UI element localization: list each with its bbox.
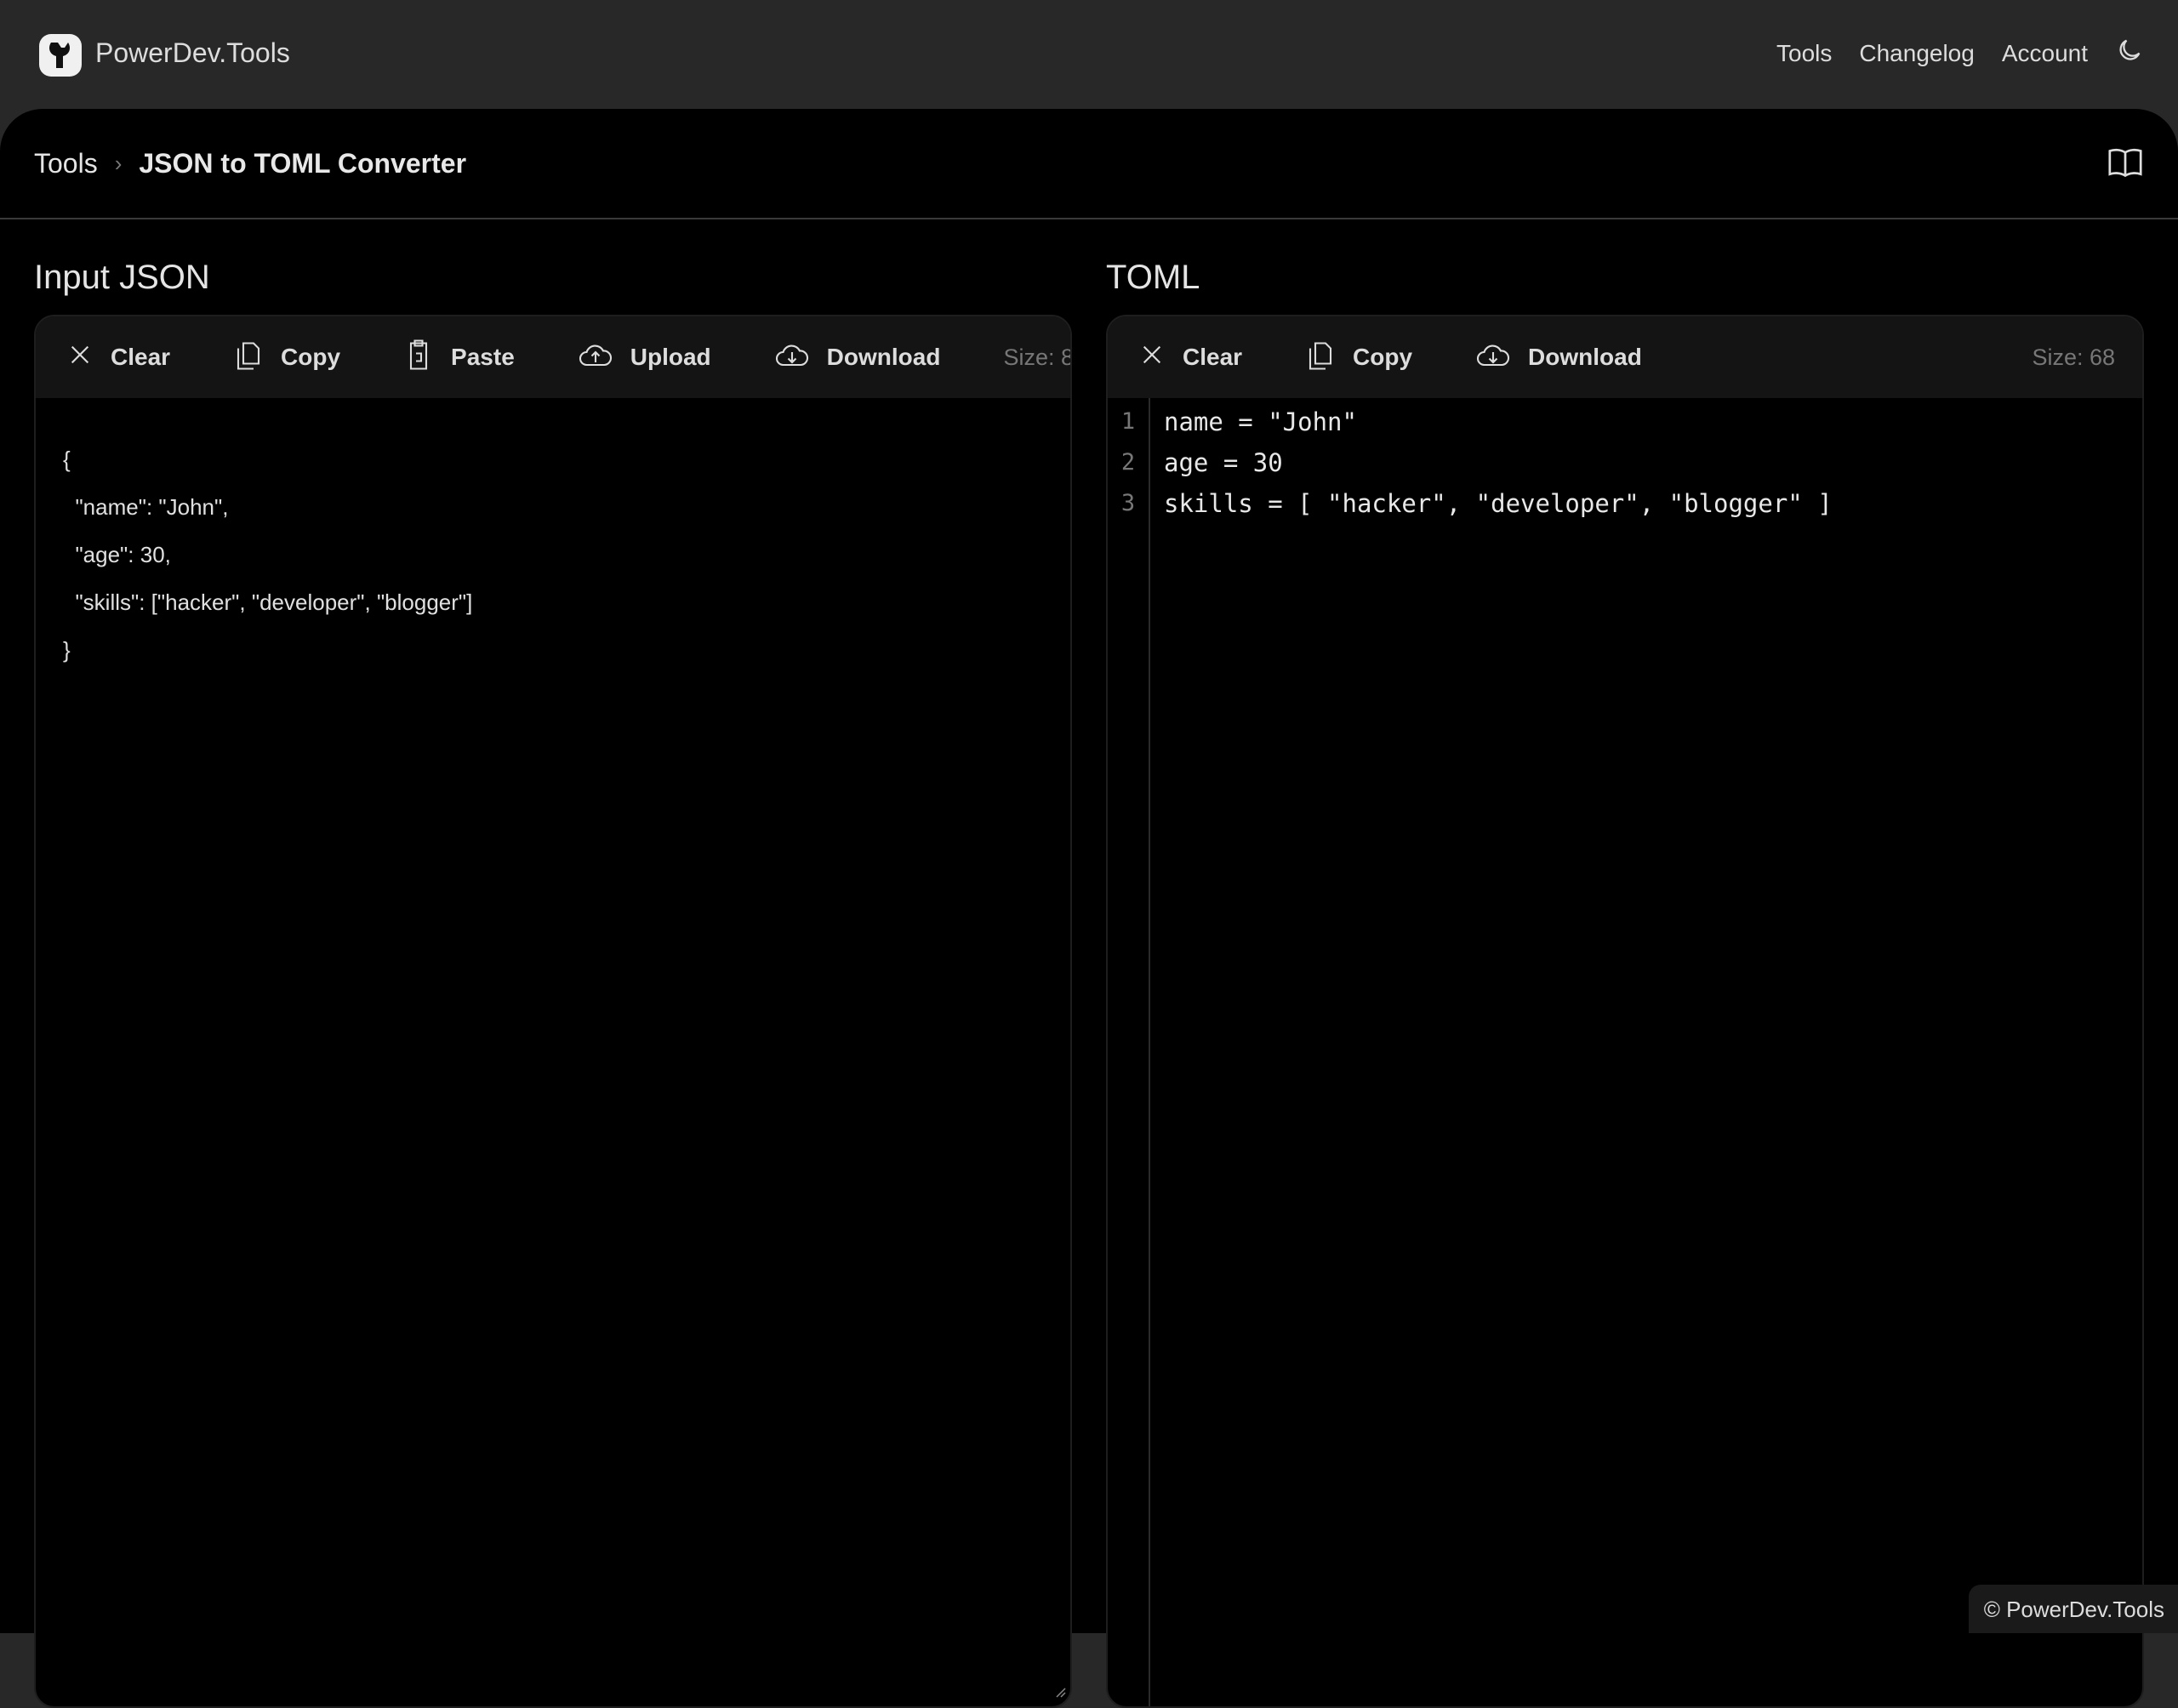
line-numbers: 1 2 3 <box>1108 398 1150 1706</box>
resize-handle-icon[interactable] <box>1053 1685 1067 1703</box>
input-panel: Clear Copy Paste Upload Download Size: 8… <box>34 315 1072 1708</box>
output-title: TOML <box>1106 259 1200 296</box>
copy-button[interactable]: Copy <box>233 338 340 378</box>
output-panel: Clear Copy Download Size: 68 1 2 3 name … <box>1106 315 2144 1708</box>
cloud-upload-icon <box>578 339 613 376</box>
toml-code[interactable]: name = "John" age = 30 skills = [ "hacke… <box>1150 398 1846 1706</box>
logo-wrench-icon[interactable] <box>39 34 82 77</box>
breadcrumb: Tools › JSON to TOML Converter <box>34 148 466 179</box>
clipboard-icon <box>403 338 434 378</box>
paste-label: Paste <box>451 344 515 370</box>
breadcrumb-tools[interactable]: Tools <box>34 148 98 179</box>
clear-label: Clear <box>1183 344 1243 370</box>
nav-tools[interactable]: Tools <box>1776 40 1832 67</box>
download-label: Download <box>826 344 941 370</box>
toml-output-editor[interactable]: 1 2 3 name = "John" age = 30 skills = [ … <box>1108 398 2142 1706</box>
x-icon <box>1138 341 1166 374</box>
nav-changelog[interactable]: Changelog <box>1859 40 1974 67</box>
clear-button[interactable]: Clear <box>66 341 170 374</box>
output-toolbar: Clear Copy Download Size: 68 <box>1108 316 2142 398</box>
x-icon <box>66 341 94 374</box>
download-label: Download <box>1528 344 1642 370</box>
main-content: Tools › JSON to TOML Converter Input JSO… <box>0 109 2178 1708</box>
brand-name[interactable]: PowerDev.Tools <box>95 37 290 69</box>
copy-button[interactable]: Copy <box>1305 338 1412 378</box>
top-nav: Tools Changelog Account <box>1776 36 2144 71</box>
clear-label: Clear <box>111 344 171 370</box>
clear-button[interactable]: Clear <box>1138 341 1242 374</box>
footer-copyright: © PowerDev.Tools <box>1968 1585 2178 1633</box>
download-button[interactable]: Download <box>1475 339 1642 376</box>
divider <box>0 218 2178 219</box>
upload-button[interactable]: Upload <box>578 339 711 376</box>
copy-icon <box>1305 338 1336 378</box>
paste-button[interactable]: Paste <box>403 338 515 378</box>
cloud-download-icon <box>774 339 810 376</box>
top-bar: PowerDev.Tools Tools Changelog Account <box>0 0 2178 109</box>
cloud-download-icon <box>1475 339 1511 376</box>
input-title: Input JSON <box>34 259 210 296</box>
copy-label: Copy <box>1353 344 1413 370</box>
book-docs-icon[interactable] <box>2107 146 2144 185</box>
download-button[interactable]: Download <box>774 339 941 376</box>
json-input-textarea[interactable]: { "name": "John", "age": 30, "skills": [… <box>36 398 1070 711</box>
nav-account[interactable]: Account <box>2002 40 2088 67</box>
size-indicator: Size: 68 <box>2032 344 2115 370</box>
chevron-right-icon: › <box>114 151 123 176</box>
copy-label: Copy <box>281 344 341 370</box>
copy-icon <box>233 338 264 378</box>
upload-label: Upload <box>630 344 711 370</box>
input-toolbar: Clear Copy Paste Upload Download Size: 8 <box>36 316 1070 398</box>
theme-toggle-moon-icon[interactable] <box>2115 36 2144 71</box>
size-indicator: Size: 8 <box>1003 344 1072 370</box>
page-title: JSON to TOML Converter <box>139 148 467 179</box>
